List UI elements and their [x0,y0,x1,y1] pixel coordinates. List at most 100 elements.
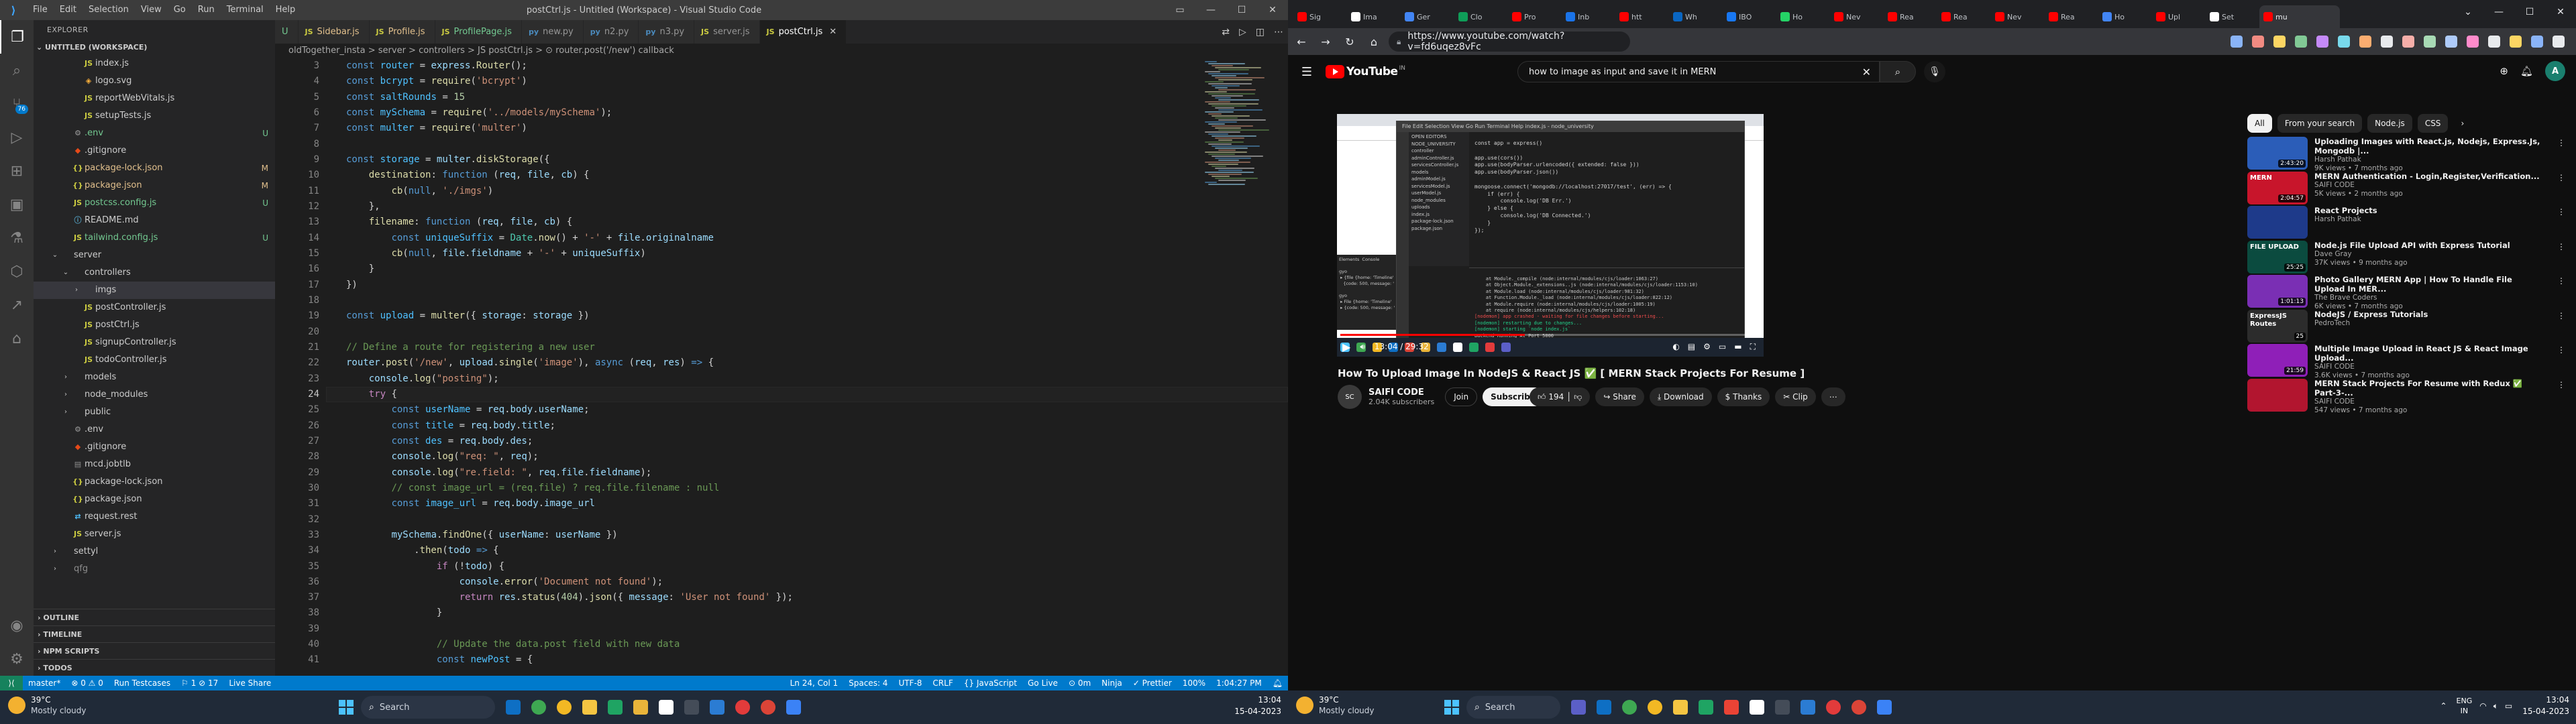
taskbar-app-vscode[interactable] [502,696,525,719]
workspace-header[interactable]: ⌄ UNTITLED (WORKSPACE) [34,40,275,55]
breadcrumb[interactable]: oldTogether_insta > server > controllers… [275,44,1288,58]
taskbar-app-camera[interactable] [1567,696,1590,719]
file-tree-item[interactable]: ◆ .gitignore [34,438,275,456]
related-video[interactable]: React Projects Harsh Pathak ⋮ [2247,206,2569,241]
split-editor-icon[interactable]: ◫ [1256,27,1265,38]
file-tree-item[interactable]: ⌄ server [34,247,275,264]
file-tree-item[interactable]: ⇄ request.rest [34,508,275,526]
explorer-icon[interactable]: ❐ [0,20,34,54]
file-tree-item[interactable]: JS postCtrl.js [34,316,275,334]
editor-tab[interactable]: JS postCtrl.js ✕ [759,20,847,44]
status-right-item[interactable]: 1:04:27 PM [1211,678,1267,688]
taskbar-app-explorer[interactable] [1669,696,1692,719]
related-video[interactable]: 21:59 Multiple Image Upload in React JS &… [2247,344,2569,379]
status-right-item[interactable]: Go Live [1022,678,1063,688]
status-right-item[interactable]: Ninja [1096,678,1128,688]
search-icon[interactable]: ⌕ [0,54,34,87]
extensions-icon[interactable]: ⊞ [0,154,34,188]
youtube-logo[interactable]: YouTube IN [1326,65,1405,78]
status-right-item[interactable]: UTF-8 [893,678,927,688]
file-tree-item[interactable]: › settyl [34,543,275,560]
file-tree-item[interactable]: ⚙ .env [34,421,275,438]
related-video[interactable]: ExpressJS Routes 25 NodeJS / Express Tutor… [2247,309,2569,345]
filter-chip[interactable]: All [2247,114,2272,133]
browser-tab[interactable]: mu [2259,5,2340,28]
more-actions-button[interactable]: ⋯ [1821,387,1845,406]
filter-chip[interactable]: CSS [2417,114,2449,133]
extension-icon[interactable] [2402,36,2414,48]
more-options-icon[interactable]: ⋮ [2557,345,2565,355]
file-tree-item[interactable]: › models [34,369,275,386]
file-tree-item[interactable]: {} package-lock.json M [34,160,275,177]
browser-tab[interactable]: Ho [2098,5,2151,28]
menu-item-go[interactable]: Go [168,0,192,20]
taskbar-app-yellow[interactable] [629,696,652,719]
browser-tab[interactable]: Wh [1669,5,1721,28]
settings-icon[interactable]: ⚙ [1703,342,1711,352]
reload-button[interactable]: ↻ [1339,31,1360,52]
video-thumbnail[interactable]: ExpressJS Routes 25 [2247,309,2308,343]
related-video[interactable]: 1:01:13 Photo Gallery MERN App | How To H… [2247,275,2569,310]
taskbar-app-dark[interactable] [680,696,703,719]
video-thumbnail[interactable] [2247,378,2308,412]
youtube-search-input[interactable]: how to image as input and save it in MER… [1517,61,1880,82]
taskbar-search[interactable]: ⌕ Search [1466,696,1560,719]
video-thumbnail[interactable]: 21:59 [2247,344,2308,377]
taskbar-app-chrome-3[interactable] [757,696,780,719]
extension-icon[interactable] [2252,36,2264,48]
play-button[interactable]: ▶ [1342,341,1350,353]
editor-scrollbar[interactable] [1279,58,1288,676]
filter-chip[interactable]: Node.js [2367,114,2412,133]
menu-icon[interactable]: ☰ [1291,65,1323,79]
section-outline[interactable]: › OUTLINE [34,609,275,625]
status-right-item[interactable]: {} JavaScript [959,678,1022,688]
weather-widget[interactable]: 39°C Mostly cloudy [8,695,87,716]
extension-icon[interactable] [2316,36,2328,48]
file-tree-item[interactable]: JS reportWebVitals.js [34,90,275,107]
source-control-icon[interactable]: ⑂ 76 [0,87,34,121]
status-right-item[interactable]: ✓ Prettier [1128,678,1177,688]
video-thumbnail[interactable]: 2:43:20 [2247,137,2308,170]
taskbar-app-chrome-3[interactable] [1847,696,1870,719]
video-thumbnail[interactable]: MERN 2:04:57 [2247,171,2308,204]
video-player[interactable]: Elements Console gyo ▸ {file {home: 'Tim… [1337,114,1764,357]
youtube-search-button[interactable]: ⌕ [1880,61,1916,82]
back-button[interactable]: ← [1291,31,1312,52]
file-tree-item[interactable]: ⌄ controllers [34,264,275,282]
clip-button[interactable]: ✂ Clip [1775,387,1816,406]
status-right-item[interactable]: Ln 24, Col 1 [785,678,844,688]
more-options-icon[interactable]: ⋮ [2557,173,2565,182]
taskbar-search[interactable]: ⌕ Search [361,696,495,719]
more-options-icon[interactable]: ⋮ [2557,276,2565,286]
file-tree-item[interactable]: {} package-lock.json [34,473,275,491]
autoplay-toggle[interactable]: ◐ [1672,342,1679,352]
more-options-icon[interactable]: ⋮ [2557,380,2565,389]
tab-search-icon[interactable]: ⌄ [2453,0,2483,24]
extension-icon[interactable] [2467,36,2479,48]
file-tree-item[interactable]: JS tailwind.config.js U [34,229,275,247]
editor-tab[interactable]: JS ProfilePage.js [435,20,522,44]
status-right-item[interactable]: Spaces: 4 [843,678,893,688]
maximize-button[interactable]: ☐ [1226,0,1257,20]
avatar[interactable]: A [2545,61,2565,81]
file-tree-item[interactable]: JS server.js [34,526,275,543]
browser-tab[interactable]: Rea [1884,5,1936,28]
layout-icon[interactable]: ▭ [1165,0,1195,20]
status-left-item[interactable]: Live Share [223,678,276,688]
extension-icon[interactable] [2295,36,2307,48]
live-share-icon[interactable]: ↗ [0,288,34,322]
taskbar-app-notion[interactable] [1746,696,1768,719]
menu-item-selection[interactable]: Selection [83,0,135,20]
more-actions-icon[interactable]: ⋯ [1274,27,1283,38]
browser-tab[interactable]: Upl [2152,5,2204,28]
browser-tab[interactable]: Pro [1508,5,1560,28]
language-indicator[interactable]: ENG IN [2457,696,2473,716]
taskbar-app-explorer[interactable] [578,696,601,719]
file-tree-item[interactable]: JS postController.js [34,299,275,316]
filter-chip[interactable]: From your search [2277,114,2363,133]
browser-tab[interactable]: Rea [2045,5,2097,28]
file-tree-item[interactable]: ◆ .gitignore [34,142,275,160]
bookmark-icon[interactable]: ⌂ [0,322,34,355]
theater-icon[interactable]: ▬ [1734,342,1741,352]
maximize-button[interactable]: ☐ [2514,0,2545,24]
